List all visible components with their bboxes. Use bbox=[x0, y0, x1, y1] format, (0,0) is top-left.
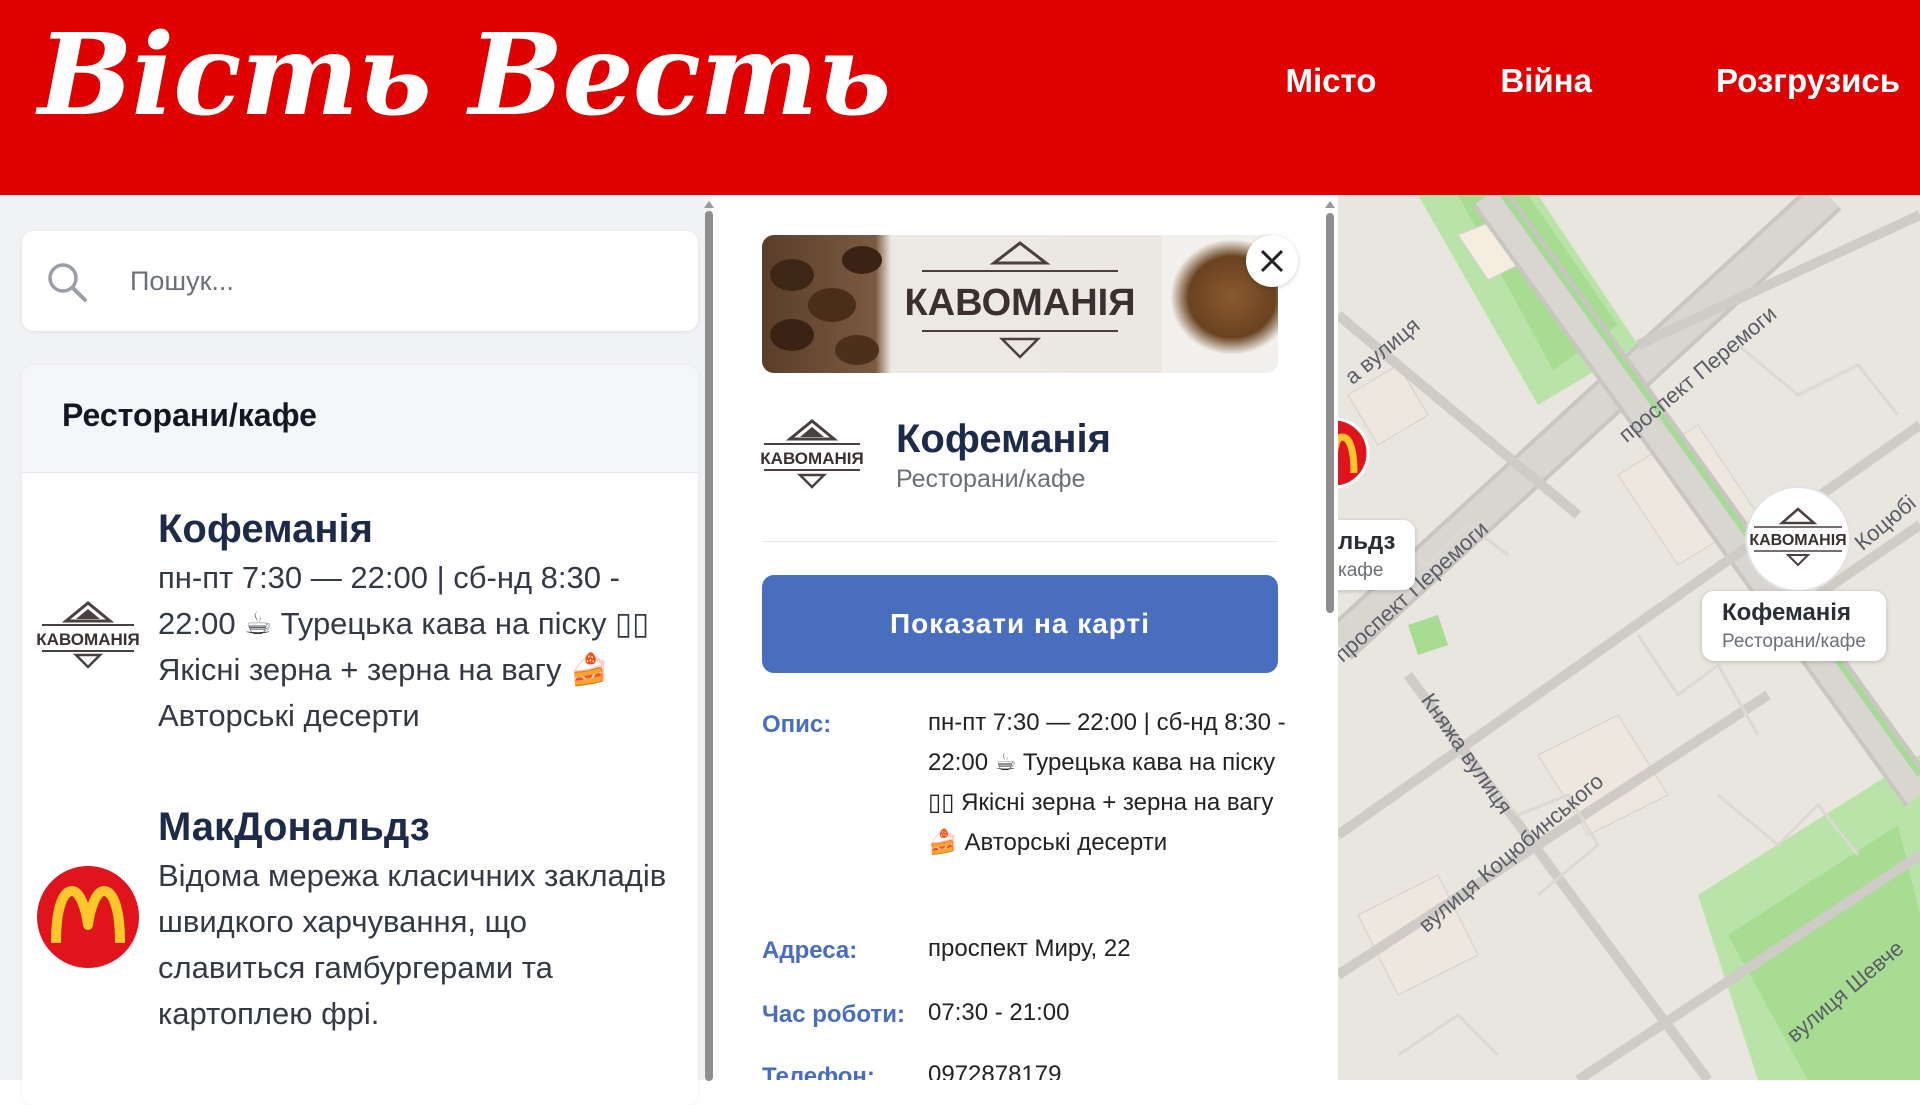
search-box bbox=[22, 231, 698, 331]
detail-category: Ресторани/кафе bbox=[896, 465, 1086, 493]
scroll-up-arrow[interactable] bbox=[1325, 201, 1335, 208]
nav-item-war[interactable]: Війна bbox=[1438, 62, 1654, 100]
places-scrollbar[interactable] bbox=[704, 195, 714, 1081]
scrollbar-thumb[interactable] bbox=[705, 211, 713, 1081]
marker-logo-text: КАВОМАНІЯ bbox=[1749, 532, 1846, 549]
search-input[interactable] bbox=[130, 259, 670, 303]
show-on-map-button[interactable]: Показати на карті bbox=[762, 575, 1278, 673]
marker-title: Кофеманія bbox=[1722, 599, 1851, 626]
close-icon bbox=[1260, 249, 1284, 273]
site-logo[interactable]: Вість Весть bbox=[38, 20, 891, 132]
phone-label: Телефон: bbox=[762, 1063, 875, 1080]
scroll-up-arrow[interactable] bbox=[704, 201, 714, 208]
kavomania-map-marker-icon[interactable]: КАВОМАНІЯ bbox=[1742, 483, 1854, 595]
scrollbar-thumb[interactable] bbox=[1326, 213, 1334, 613]
banner-brand-text: КАВОМАНІЯ bbox=[904, 282, 1135, 324]
kavomania-logo-text: КАВОМАНІЯ bbox=[760, 449, 863, 468]
address-label: Адреса: bbox=[762, 937, 858, 964]
place-name: Кофеманія bbox=[158, 507, 373, 551]
detail-title: Кофеманія bbox=[896, 417, 1111, 461]
divider bbox=[762, 541, 1278, 542]
address-value[interactable]: проспект Миру, 22 bbox=[928, 929, 1288, 969]
site-header: Вість Весть Місто Війна Розгрузись bbox=[0, 0, 1920, 195]
close-detail-button[interactable] bbox=[1246, 235, 1298, 287]
hours-value: 07:30 - 21:00 bbox=[928, 999, 1070, 1026]
list-item[interactable]: КАВОМАНІЯ Кофеманія пн-пт 7:30 — 22:00 |… bbox=[22, 505, 698, 745]
place-banner-image: КАВОМАНІЯ bbox=[762, 235, 1278, 373]
marker-subtitle: Ресторани/кафе bbox=[1722, 631, 1866, 652]
places-list: Ресторани/кафе КАВОМАНІЯ Кофеманія пн-пт… bbox=[22, 365, 698, 1105]
place-detail-panel: КАВОМАНІЯ КАВОМАНІЯ Кофеманія Ресторани/… bbox=[714, 195, 1338, 1080]
mcdonalds-map-marker-icon[interactable] bbox=[1338, 417, 1370, 489]
address-row: Адреса: проспект Миру, 22 bbox=[762, 935, 1302, 977]
marker-title: льдз bbox=[1338, 528, 1396, 555]
list-item[interactable]: МакДональдз Відома мережа класичних закл… bbox=[22, 803, 698, 1043]
phone-value[interactable]: 0972878179 bbox=[928, 1055, 1288, 1080]
nav-item-city[interactable]: Місто bbox=[1223, 62, 1438, 100]
category-header[interactable]: Ресторани/кафе bbox=[22, 365, 698, 473]
description-row: Опис: пн-пт 7:30 — 22:00 | сб-нд 8:30 - … bbox=[762, 709, 1302, 891]
places-panel: Ресторани/кафе КАВОМАНІЯ Кофеманія пн-пт… bbox=[0, 195, 712, 1105]
kavomania-logo-text: КАВОМАНІЯ bbox=[36, 630, 139, 649]
hours-label: Час роботи: bbox=[762, 1001, 905, 1028]
mcdonalds-logo-icon bbox=[37, 866, 139, 968]
search-icon bbox=[48, 263, 87, 302]
map-marker-popup[interactable]: льдз кафе bbox=[1338, 520, 1416, 590]
place-name: МакДональдз bbox=[158, 805, 430, 849]
phone-row: Телефон: 0972878179 bbox=[762, 1061, 1302, 1080]
nav-item-relax[interactable]: Розгрузись bbox=[1654, 62, 1900, 100]
hours-row: Час роботи: 07:30 - 21:00 bbox=[762, 999, 1302, 1041]
description-value: пн-пт 7:30 — 22:00 | сб-нд 8:30 - 22:00 … bbox=[928, 709, 1286, 856]
place-description: пн-пт 7:30 — 22:00 | сб-нд 8:30 - 22:00 … bbox=[158, 560, 650, 733]
detail-scrollbar[interactable] bbox=[1323, 195, 1337, 1080]
marker-subtitle: кафе bbox=[1338, 560, 1384, 581]
category-title: Ресторани/кафе bbox=[62, 397, 317, 433]
place-description: Відома мережа класичних закладів швидког… bbox=[158, 858, 667, 1031]
map-view[interactable]: а вулиця проспект Перемоги проспект Пере… bbox=[1338, 195, 1920, 1080]
map-marker-popup[interactable]: Кофеманія Ресторани/кафе bbox=[1702, 591, 1886, 661]
kavomania-logo-icon: КАВОМАНІЯ bbox=[760, 419, 864, 489]
kavomania-logo-icon: КАВОМАНІЯ bbox=[36, 601, 140, 669]
main-nav: Місто Війна Розгрузись bbox=[1223, 62, 1900, 100]
description-label: Опис: bbox=[762, 711, 832, 738]
